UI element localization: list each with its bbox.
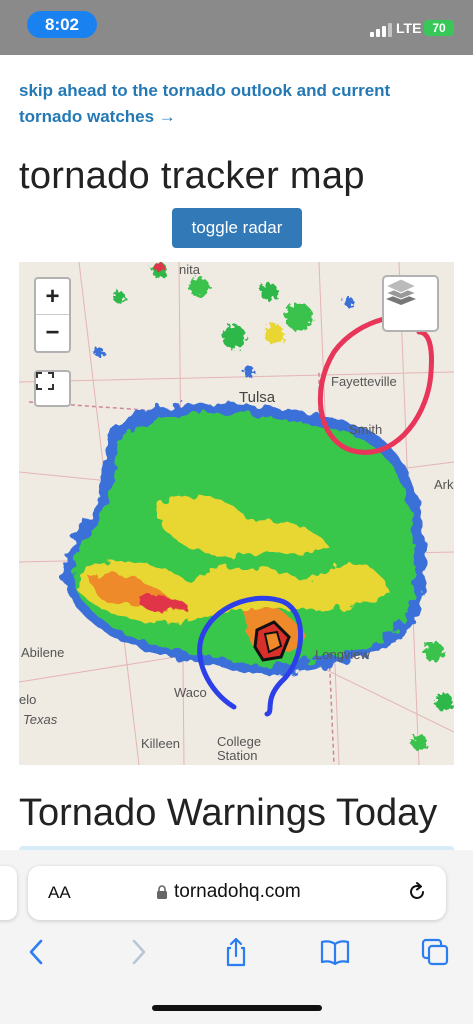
share-icon[interactable] [221,937,251,967]
radar-storm [63,403,426,675]
zoom-out-button[interactable]: − [36,315,69,351]
city-waco: Waco [174,685,207,700]
city-angelo: elo [19,692,37,707]
map-canvas [19,262,454,765]
text-size-button[interactable]: AA [48,883,71,903]
bookmarks-icon[interactable] [320,937,350,967]
signal-icon [370,23,392,37]
network-type: LTE [396,20,422,36]
tabs-icon[interactable] [420,937,450,967]
previous-tab[interactable] [0,866,17,920]
tornado-warnings-heading: Tornado Warnings Today [19,792,438,834]
reload-icon[interactable] [406,881,428,903]
region-texas: Texas [23,712,58,727]
city-longview: Longview [315,647,370,662]
city-arkansas: Ark [434,477,454,492]
city-abilene: Abilene [21,645,65,660]
layers-button[interactable] [382,275,439,332]
zoom-in-button[interactable]: + [36,279,69,315]
status-bar: 8:02 LTE 70 [0,0,473,55]
city-killeen: Killeen [141,736,181,751]
url-text: tornadohq.com [174,881,301,902]
zoom-control: + − [34,277,71,353]
city-college-station: College Station [217,734,262,763]
fullscreen-icon [36,372,54,390]
page-title: tornado tracker map [19,155,365,197]
forward-icon[interactable] [123,937,153,967]
city-tulsa: Tulsa [239,389,276,406]
address-bar[interactable]: AA tornadohq.com [28,866,446,920]
layers-icon [384,278,418,305]
fullscreen-button[interactable] [34,370,71,407]
city-label: nita [179,262,200,277]
lock-icon [157,885,167,899]
battery-indicator: 70 [424,20,454,36]
city-fayetteville: Fayetteville [331,374,397,389]
status-time: 8:02 [27,11,97,38]
city-fort-smith: Smith [349,422,383,437]
back-icon[interactable] [22,937,52,967]
toggle-radar-button[interactable]: toggle radar [172,208,302,248]
tornado-map[interactable]: + − nita Tulsa Fayetteville Smith Ark Ab… [19,262,454,765]
home-indicator [152,1005,322,1011]
skip-ahead-link[interactable]: skip ahead to the tornado outlook and cu… [19,78,449,130]
